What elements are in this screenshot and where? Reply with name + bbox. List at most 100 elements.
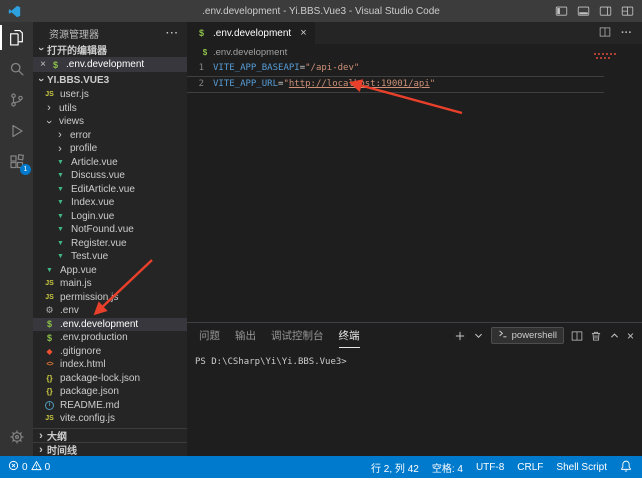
tree-item-package.json[interactable]: {}package.json — [33, 385, 187, 399]
open-editors-label: 打开的编辑器 — [47, 42, 107, 57]
breadcrumb[interactable]: $ .env.development — [187, 44, 642, 60]
tree-item-index.html[interactable]: <>index.html — [33, 358, 187, 372]
terminal-profile-select[interactable]: powershell — [491, 327, 564, 344]
tree-item-vite.config.js[interactable]: JSvite.config.js — [33, 412, 187, 426]
tree-item-.gitignore[interactable]: ◆.gitignore — [33, 345, 187, 359]
activity-bar: 1 — [0, 22, 33, 456]
editor-group: $ .env.development × ··· $ .env.developm… — [187, 22, 642, 456]
chevron-right-icon[interactable]: › — [54, 144, 66, 154]
tree-item-user.js[interactable]: JSuser.js — [33, 88, 187, 102]
tree-item-Discuss.vue[interactable]: ▼Discuss.vue — [33, 169, 187, 183]
tree-item-.env.production[interactable]: $.env.production — [33, 331, 187, 345]
explorer-icon[interactable] — [0, 22, 33, 53]
tree-item-label: Register.vue — [71, 237, 127, 250]
code-editor[interactable]: 1VITE_APP_BASEAPI="/api-dev"2VITE_APP_UR… — [187, 60, 604, 322]
run-debug-icon[interactable] — [0, 115, 33, 146]
project-root-header[interactable]: › YI.BBS.VUE3 — [33, 72, 187, 88]
split-terminal-icon[interactable] — [571, 330, 583, 342]
code-line-2[interactable]: 2VITE_APP_URL="http://localhost:19001/ap… — [187, 76, 604, 93]
notifications-bell-icon[interactable] — [620, 460, 632, 475]
code-token: "/api-dev" — [305, 63, 359, 73]
panel-tab-输出[interactable]: 输出 — [235, 323, 256, 348]
tree-item-.env.development[interactable]: $.env.development — [33, 318, 187, 332]
tree-item-label: NotFound.vue — [71, 223, 134, 236]
panel-tab-问题[interactable]: 问题 — [199, 323, 220, 348]
terminal-profile-chevron-icon[interactable] — [473, 330, 484, 341]
tree-item-label: README.md — [60, 399, 119, 412]
vue-file-icon: ▼ — [43, 267, 56, 274]
more-actions-icon[interactable]: ··· — [166, 28, 179, 39]
status-language-mode[interactable]: Shell Script — [556, 462, 607, 473]
tree-item-package-lock.json[interactable]: {}package-lock.json — [33, 372, 187, 386]
code-line-1[interactable]: 1VITE_APP_BASEAPI="/api-dev" — [187, 61, 604, 76]
chevron-down-icon[interactable]: › — [44, 116, 54, 128]
url-link[interactable]: http://localhost:19001/api — [289, 79, 430, 89]
vue-file-icon: ▼ — [54, 199, 67, 206]
panel-tab-终端[interactable]: 终端 — [339, 323, 360, 348]
chevron-right-icon[interactable]: › — [43, 103, 55, 113]
tree-item-label: vite.config.js — [60, 412, 115, 425]
more-actions-icon[interactable]: ··· — [621, 27, 632, 39]
tree-item-.env[interactable]: ⚙.env — [33, 304, 187, 318]
panel-header: 问题输出调试控制台终端 powershell × — [187, 323, 642, 348]
warning-icon — [31, 460, 42, 474]
customize-layout-icon[interactable] — [621, 5, 634, 18]
extensions-icon[interactable]: 1 — [0, 146, 33, 177]
tree-item-permission.js[interactable]: JSpermission.js — [33, 291, 187, 305]
tree-item-Register.vue[interactable]: ▼Register.vue — [33, 237, 187, 251]
terminal-output[interactable]: PS D:\CSharp\Yi\Yi.BBS.Vue3> — [187, 348, 642, 456]
toggle-secondary-sidebar-icon[interactable] — [599, 5, 612, 18]
status-encoding[interactable]: UTF-8 — [476, 462, 504, 473]
tree-item-label: Index.vue — [71, 196, 114, 209]
tree-item-Test.vue[interactable]: ▼Test.vue — [33, 250, 187, 264]
env-settings-file-icon: ⚙ — [43, 305, 56, 316]
tree-item-Index.vue[interactable]: ▼ Index.vue — [33, 196, 187, 210]
problems-status[interactable]: 0 0 — [8, 460, 50, 474]
close-icon[interactable]: × — [300, 27, 306, 39]
chevron-right-icon[interactable]: › — [54, 130, 66, 140]
status-eol[interactable]: CRLF — [517, 462, 543, 473]
tree-item-utils[interactable]: ›utils — [33, 102, 187, 116]
status-cursor-position[interactable]: 行 2, 列 42 — [371, 460, 419, 475]
tree-item-EditArticle.vue[interactable]: ▼EditArticle.vue — [33, 183, 187, 197]
tree-item-label: Article.vue — [71, 156, 118, 169]
toggle-primary-sidebar-icon[interactable] — [555, 5, 568, 18]
tree-item-error[interactable]: ›error — [33, 129, 187, 143]
powershell-terminal-icon — [498, 329, 508, 342]
timeline-section-header[interactable]: › 时间线 — [33, 442, 187, 456]
warning-count: 0 — [45, 462, 51, 473]
split-editor-icon[interactable] — [599, 26, 611, 41]
maximize-panel-chevron-up-icon[interactable] — [609, 330, 620, 341]
chevron-right-icon: › — [35, 445, 47, 455]
tree-item-README.md[interactable]: iREADME.md — [33, 399, 187, 413]
outline-section-header[interactable]: › 大纲 — [33, 428, 187, 442]
line-number: 1 — [187, 61, 213, 76]
status-indentation[interactable]: 空格: 4 — [432, 460, 463, 475]
source-control-icon[interactable] — [0, 84, 33, 115]
open-editors-header[interactable]: › 打开的编辑器 — [33, 41, 187, 57]
tree-item-label: user.js — [60, 88, 89, 101]
tree-item-main.js[interactable]: JSmain.js — [33, 277, 187, 291]
code-text: VITE_APP_BASEAPI="/api-dev" — [213, 61, 359, 76]
open-editor-label: .env.development — [66, 58, 144, 71]
tree-item-App.vue[interactable]: ▼App.vue — [33, 264, 187, 278]
settings-gear-icon[interactable] — [0, 421, 33, 452]
tree-item-views[interactable]: ›views — [33, 115, 187, 129]
tab-label: .env.development — [213, 28, 291, 39]
vue-file-icon: ▼ — [54, 172, 67, 179]
tree-item-NotFound.vue[interactable]: ▼NotFound.vue — [33, 223, 187, 237]
search-icon[interactable] — [0, 53, 33, 84]
new-terminal-icon[interactable] — [454, 330, 466, 342]
tree-item-profile[interactable]: ›profile — [33, 142, 187, 156]
tree-item-Login.vue[interactable]: ▼Login.vue — [33, 210, 187, 224]
open-editor-item[interactable]: ×$.env.development — [33, 57, 187, 72]
tree-item-Article.vue[interactable]: ▼Article.vue — [33, 156, 187, 170]
panel-tab-调试控制台[interactable]: 调试控制台 — [271, 323, 324, 348]
tab-env-development[interactable]: $ .env.development × — [187, 22, 315, 44]
chevron-right-icon: › — [35, 431, 47, 441]
close-panel-icon[interactable]: × — [627, 329, 634, 343]
kill-terminal-trash-icon[interactable] — [590, 330, 602, 342]
toggle-panel-icon[interactable] — [577, 5, 590, 18]
status-bar: 0 0 行 2, 列 42 空格: 4 UTF-8 CRLF Shell Script — [0, 456, 642, 478]
close-icon[interactable]: × — [37, 59, 49, 70]
